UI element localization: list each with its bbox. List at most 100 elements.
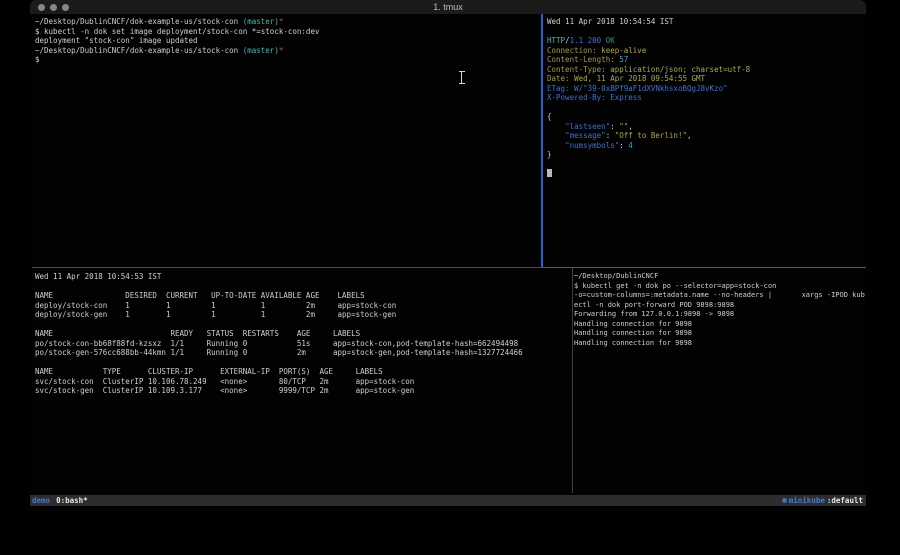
pane-divider-vertical-inactive[interactable]	[572, 268, 573, 493]
text-segment: 4	[628, 141, 633, 150]
terminal-line: ~/Desktop/DublinCNCF	[574, 272, 866, 282]
terminal-line: HTTP/1.1 200 OK	[547, 36, 865, 46]
text-segment: (master)	[243, 46, 279, 55]
text-segment: keep-alive	[597, 46, 647, 55]
terminal-line: Content-Type: application/json; charset=…	[547, 65, 865, 75]
text-segment: (master)	[243, 17, 279, 26]
terminal-line: ectl -n dok port-forward POD 9898:9898	[574, 301, 866, 311]
terminal-line: $	[35, 55, 535, 65]
text-segment	[547, 122, 565, 131]
text-segment: "lastseen"	[565, 122, 610, 131]
terminal-line: Handling connection for 9898	[574, 329, 866, 339]
text-segment: Connection:	[547, 46, 597, 55]
text-segment: Forwarding from 127.0.0.1:9898 -> 9898	[574, 310, 734, 318]
ibeam-stem	[461, 72, 462, 83]
text-segment: Wed 11 Apr 2018 10:54:54 IST	[547, 17, 673, 26]
terminal-line: X-Powered-By: Express	[547, 93, 865, 103]
text-cursor-pointer	[458, 71, 465, 84]
text-segment: {	[547, 112, 552, 121]
text-segment: Handling connection for 9898	[574, 329, 692, 337]
text-segment: $ kubectl get -n dok po --selector=app=s…	[574, 282, 776, 290]
tmux-session-name: demo	[32, 496, 50, 505]
terminal-line: "message": "Off to Berlin!",	[547, 131, 865, 141]
pane-divider-horizontal-inactive[interactable]	[32, 267, 541, 268]
terminal-cursor	[547, 169, 552, 177]
text-segment: "Off to Berlin!"	[615, 131, 687, 140]
text-segment: Wed, 11 Apr 2018 09:54:55 GMT	[570, 74, 705, 83]
text-segment: "message"	[565, 131, 606, 140]
pane-divider-horizontal-active[interactable]	[541, 267, 866, 269]
services-table: NAME TYPE CLUSTER-IP EXTERNAL-IP PORT(S)…	[35, 367, 570, 396]
terminal-line: }	[547, 150, 865, 160]
terminal-line: "numsymbols": 4	[547, 141, 865, 151]
tmux-status-bar: demo 0:bash* minikube:default	[30, 495, 866, 506]
watch-timestamp: Wed 11 Apr 2018 10:54:53 IST	[35, 272, 570, 282]
text-segment: application/json; charset=utf-8	[606, 65, 751, 74]
kube-context-name: minikube	[789, 495, 825, 506]
text-segment: :	[606, 131, 615, 140]
terminal-line: Forwarding from 127.0.0.1:9898 -> 9898	[574, 310, 866, 320]
terminal-line	[547, 103, 865, 113]
terminal-line	[547, 160, 865, 170]
kube-context-indicator: minikube:default	[782, 495, 863, 506]
kube-context-namespace: :default	[827, 495, 863, 506]
text-segment: ~/Desktop/DublinCNCF/dok-example-us/stoc…	[35, 17, 243, 26]
terminal-line: ~/Desktop/DublinCNCF/dok-example-us/stoc…	[35, 17, 535, 27]
window-title: 1. tmux	[30, 2, 866, 12]
terminal-line: ~/Desktop/DublinCNCF/dok-example-us/stoc…	[35, 46, 535, 56]
text-segment: :	[619, 141, 628, 150]
pane-kubectl-watch[interactable]: Wed 11 Apr 2018 10:54:53 IST NAME DESIRE…	[35, 272, 570, 492]
text-segment: X-Powered-By:	[547, 93, 606, 102]
text-segment	[547, 131, 565, 140]
text-segment: Handling connection for 9898	[574, 339, 692, 347]
text-segment: ectl -n dok port-forward POD 9898:9898	[574, 301, 734, 309]
pane-shell-top-left[interactable]: ~/Desktop/DublinCNCF/dok-example-us/stoc…	[35, 17, 535, 265]
title-bar[interactable]: 1. tmux	[30, 0, 866, 14]
text-segment: ,	[687, 131, 692, 140]
text-segment: 57	[615, 55, 629, 64]
terminal-line: Date: Wed, 11 Apr 2018 09:54:55 GMT	[547, 74, 865, 84]
pane-divider-vertical-active[interactable]	[541, 14, 543, 268]
terminal-line: {	[547, 112, 865, 122]
text-segment: $ kubectl -n dok set image deployment/st…	[35, 27, 319, 36]
text-segment: Date:	[547, 74, 570, 83]
text-segment: *	[279, 46, 284, 55]
terminal-line: Handling connection for 9898	[574, 339, 866, 349]
pane-port-forward[interactable]: ~/Desktop/DublinCNCF $ kubectl get -n dok…	[574, 272, 866, 492]
text-segment: W/"39-0xBPf9aF1dXVNkhsxoBQgJ8vKzo"	[570, 84, 728, 93]
text-segment: 1.1 200	[570, 36, 602, 45]
text-segment: OK	[606, 36, 615, 45]
pane-http-response[interactable]: Wed 11 Apr 2018 10:54:54 IST HTTP/1.1 20…	[547, 17, 865, 265]
terminal-line: deployment "stock-con" image updated	[35, 36, 535, 46]
text-segment	[547, 141, 565, 150]
text-segment: $	[35, 55, 40, 64]
terminal-line	[547, 169, 865, 179]
text-segment: Express	[606, 93, 642, 102]
terminal-line: Handling connection for 9898	[574, 320, 866, 330]
ibeam-bottom-serif	[459, 83, 465, 84]
terminal-line: Content-Length: 57	[547, 55, 865, 65]
text-segment: ~/Desktop/DublinCNCF	[574, 272, 658, 280]
blank-line	[35, 358, 570, 368]
terminal-line: $ kubectl get -n dok po --selector=app=s…	[574, 282, 866, 292]
text-segment: "numsymbols"	[565, 141, 619, 150]
text-segment: deployment "stock-con" image updated	[35, 36, 198, 45]
text-segment: -o=custom-columns=:metadata.name --no-he…	[574, 291, 865, 299]
text-segment: }	[547, 150, 552, 159]
text-segment: Handling connection for 9898	[574, 320, 692, 328]
text-segment: ,	[628, 122, 633, 131]
terminal-line: Connection: keep-alive	[547, 46, 865, 56]
text-segment: Content-Length:	[547, 55, 615, 64]
text-segment: ""	[619, 122, 628, 131]
text-segment: *	[279, 17, 284, 26]
terminal-line: Wed 11 Apr 2018 10:54:54 IST	[547, 17, 865, 27]
text-segment: ETag:	[547, 84, 570, 93]
kubernetes-context-icon	[782, 498, 787, 503]
terminal-line	[547, 27, 865, 37]
text-segment: ~/Desktop/DublinCNCF/dok-example-us/stoc…	[35, 46, 243, 55]
text-segment: HTTP	[547, 36, 565, 45]
pods-table: NAME READY STATUS RESTARTS AGE LABELS po…	[35, 329, 570, 358]
terminal-line: -o=custom-columns=:metadata.name --no-he…	[574, 291, 866, 301]
tmux-window-item-bash[interactable]: 0:bash*	[56, 496, 88, 505]
terminal-line: "lastseen": "",	[547, 122, 865, 132]
